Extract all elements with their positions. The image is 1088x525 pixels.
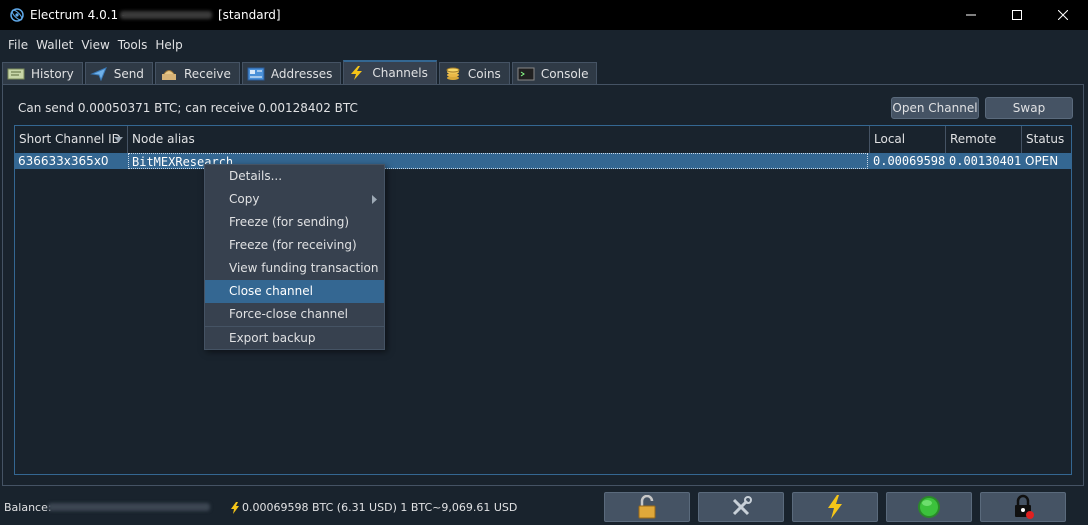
tab-channels[interactable]: Channels <box>343 60 437 84</box>
tab-label: History <box>31 66 74 81</box>
minimize-button[interactable] <box>948 0 994 30</box>
coins-icon <box>446 67 460 80</box>
tab-label: Channels <box>372 66 428 80</box>
tab-history[interactable]: History <box>2 62 83 84</box>
cell-short-channel-id: 636633x365x0 <box>18 154 109 168</box>
tab-label: Send <box>113 66 144 81</box>
column-header-remote[interactable]: Remote <box>946 126 1022 153</box>
column-header-status[interactable]: Status <box>1022 126 1071 153</box>
balance-redacted <box>48 503 210 511</box>
column-label: Short Channel ID <box>19 132 121 146</box>
tab-label: Addresses <box>270 66 333 81</box>
network-status-button[interactable] <box>886 492 972 522</box>
channels-table: Short Channel ID Node alias Local Remote… <box>14 125 1072 475</box>
menu-item-force-close-channel[interactable]: Force-close channel <box>205 303 384 326</box>
tab-bar: History Send Receive Addresses Channels … <box>2 60 599 84</box>
menu-view[interactable]: View <box>77 34 113 56</box>
window-title: Electrum 4.0.1 - <box>30 8 127 22</box>
lightning-network-button[interactable] <box>792 492 878 522</box>
unlock-icon <box>638 495 656 519</box>
channels-summary: Can send 0.00050371 BTC; can receive 0.0… <box>18 101 358 115</box>
status-bar: Balance: 0.00069598 BTC (6.31 USD) 1 BTC… <box>0 488 1088 525</box>
column-header-local[interactable]: Local <box>870 126 946 153</box>
seed-button[interactable] <box>980 492 1066 522</box>
table-header: Short Channel ID Node alias Local Remote… <box>15 126 1071 154</box>
lightning-icon <box>828 495 842 519</box>
submenu-arrow-icon <box>372 195 377 204</box>
preferences-button[interactable] <box>698 492 784 522</box>
send-icon <box>89 66 107 81</box>
lightning-icon <box>231 502 239 514</box>
tab-coins[interactable]: Coins <box>438 62 510 84</box>
lightning-balance: 0.00069598 BTC (6.31 USD) 1 BTC~9,069.61… <box>242 501 518 514</box>
maximize-icon <box>1012 10 1022 20</box>
cell-local: 0.00069598 <box>873 154 946 168</box>
tab-console[interactable]: Console <box>511 62 598 84</box>
menu-bar: File Wallet View Tools Help <box>0 34 1088 56</box>
tab-send[interactable]: Send <box>84 62 153 84</box>
menu-item-copy[interactable]: Copy <box>205 188 384 211</box>
seed-lock-icon <box>1015 494 1034 519</box>
sort-down-icon <box>114 137 123 142</box>
menu-item-details[interactable]: Details... <box>205 165 384 188</box>
title-bar: Electrum 4.0.1 - [standard] <box>0 0 1088 30</box>
menu-help[interactable]: Help <box>151 34 186 56</box>
column-header-short-channel-id[interactable]: Short Channel ID <box>15 126 128 153</box>
menu-item-label: Copy <box>229 192 260 206</box>
column-header-node-alias[interactable]: Node alias <box>128 126 870 153</box>
tab-label: Console <box>540 66 589 81</box>
context-menu: Details... Copy Freeze (for sending) Fre… <box>204 164 385 350</box>
cell-remote: 0.00130401 <box>949 154 1022 168</box>
minimize-icon <box>966 14 976 16</box>
password-button[interactable] <box>604 492 690 522</box>
tab-addresses[interactable]: Addresses <box>241 62 342 84</box>
wallet-name-redacted <box>120 11 212 19</box>
history-icon <box>7 68 25 79</box>
electrum-logo-icon <box>10 8 24 22</box>
cell-status: OPEN <box>1025 154 1059 168</box>
tab-label: Coins <box>467 66 501 81</box>
lightning-icon <box>351 66 363 80</box>
menu-item-freeze-sending[interactable]: Freeze (for sending) <box>205 211 384 234</box>
open-channel-button[interactable]: Open Channel <box>891 97 979 119</box>
menu-item-freeze-receiving[interactable]: Freeze (for receiving) <box>205 234 384 257</box>
table-row[interactable]: 636633x365x0 BitMEXResearch 0.00069598 0… <box>15 153 1071 169</box>
menu-item-close-channel[interactable]: Close channel <box>205 280 384 303</box>
menu-item-view-funding-tx[interactable]: View funding transaction <box>205 257 384 280</box>
balance-label: Balance: <box>4 501 52 514</box>
swap-button[interactable]: Swap <box>985 97 1073 119</box>
menu-item-export-backup[interactable]: Export backup <box>205 327 384 350</box>
close-button[interactable] <box>1040 0 1086 30</box>
receive-icon <box>161 69 176 80</box>
menu-tools[interactable]: Tools <box>114 34 152 56</box>
close-icon <box>1058 10 1068 20</box>
network-status-icon <box>918 496 940 518</box>
tools-icon <box>732 496 752 516</box>
addresses-icon <box>247 67 265 80</box>
maximize-button[interactable] <box>994 0 1040 30</box>
tab-receive[interactable]: Receive <box>154 62 240 84</box>
tab-label: Receive <box>183 66 231 81</box>
console-icon <box>517 67 535 80</box>
menu-file[interactable]: File <box>0 34 32 56</box>
wallet-type: [standard] <box>218 8 281 22</box>
menu-wallet[interactable]: Wallet <box>32 34 77 56</box>
